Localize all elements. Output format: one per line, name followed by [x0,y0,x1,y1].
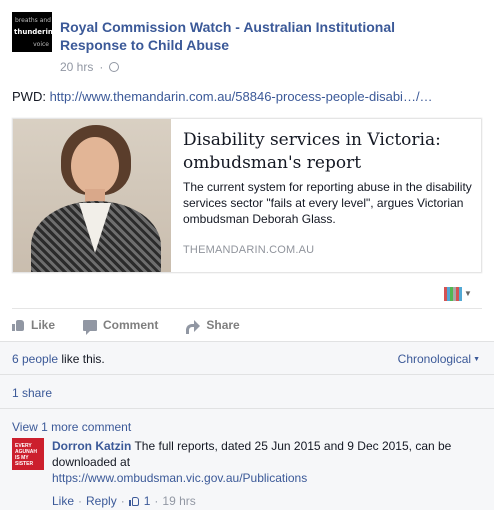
comment-url-link[interactable]: https://www.ombudsman.vic.gov.au/Publica… [52,471,307,485]
separator: · [154,494,159,508]
page-name-link[interactable]: Royal Commission Watch - Australian Inst… [60,18,460,54]
preview-domain: THEMANDARIN.COM.AU [183,244,315,256]
chevron-down-icon[interactable]: ▼ [464,289,472,298]
thumbs-up-icon [12,319,25,331]
comment-like-count[interactable]: 1 [144,494,151,508]
share-icon [186,319,201,334]
comment-reply-button[interactable]: Reply [86,494,117,508]
preview-title[interactable]: Disability services in Victoria: ombudsm… [183,129,473,175]
like-label: Like [31,318,56,332]
preview-image[interactable] [13,119,171,272]
separator: · [120,494,125,508]
page-avatar[interactable]: breaths and thundering voice [12,12,58,52]
comment-body: Dorron Katzin The full reports, dated 25… [52,438,472,486]
commenter-avatar[interactable]: EVERY AGUNAH IS MY SISTER [12,438,44,470]
avatar-text-2: thundering [14,28,58,36]
view-more-comments-link[interactable]: View 1 more comment [12,420,131,434]
post-timestamp: 20 hrs · [60,60,120,74]
preview-description: The current system for reporting abuse i… [183,180,472,226]
avatar-text-4: SISTER [15,461,34,467]
separator: · [78,494,83,508]
separator: · [99,60,104,74]
comment-icon [83,319,98,335]
comment-meta: Like · Reply · 1 · 19 hrs [52,494,196,508]
share-button[interactable]: Share [186,318,240,334]
comment-author-link[interactable]: Dorron Katzin [52,439,131,453]
link-preview-card[interactable]: Disability services in Victoria: ombudsm… [12,118,482,273]
shares-link[interactable]: 1 share [12,386,52,400]
post-url-link[interactable]: http://www.themandarin.com.au/58846-proc… [50,89,433,104]
facebook-post: breaths and thundering voice Royal Commi… [0,0,494,510]
avatar-text-1: breaths and [15,17,51,24]
comment-sort-dropdown[interactable]: Chronological ▼ [398,352,480,366]
post-message: PWD: http://www.themandarin.com.au/58846… [12,89,433,104]
sort-label: Chronological [397,352,472,366]
avatar-text-3: voice [33,41,49,48]
likers-suffix: like this. [61,352,105,366]
divider [12,308,482,309]
share-label: Share [206,318,240,332]
like-button[interactable]: Like [12,318,55,332]
action-bar: Like Comment Share [12,318,240,335]
extension-icon[interactable] [444,287,462,301]
timestamp-link[interactable]: 20 hrs [60,60,93,74]
likers-link[interactable]: 6 people [12,352,58,366]
likes-summary: 6 people like this. [12,352,105,366]
comment-like-button[interactable]: Like [52,494,74,508]
thumbs-up-icon [128,496,140,506]
divider [0,408,494,409]
comment-timestamp[interactable]: 19 hrs [162,494,195,508]
comment-button[interactable]: Comment [83,318,159,335]
globe-icon[interactable] [109,62,120,72]
comment-label: Comment [103,318,159,332]
divider [0,374,494,375]
feedback-section: 6 people like this. Chronological ▼ 1 sha… [0,341,494,510]
chevron-down-icon: ▼ [473,356,480,364]
post-text-prefix: PWD: [12,89,46,104]
